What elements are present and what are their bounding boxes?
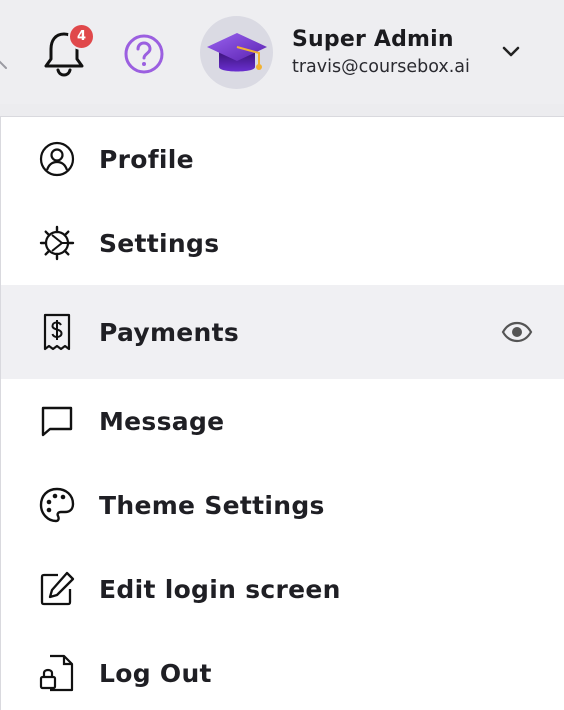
user-name: Super Admin — [292, 27, 454, 52]
gear-icon — [38, 224, 76, 262]
menu-item-label: Payments — [99, 317, 240, 347]
message-square-icon — [38, 402, 76, 440]
palette-icon — [38, 486, 76, 524]
menu-item-label: Edit login screen — [99, 574, 341, 604]
menu-item-label: Settings — [99, 228, 220, 258]
user-dropdown-menu: Profile Settings Payments Message Theme … — [0, 116, 564, 710]
menu-item-label: Theme Settings — [99, 490, 325, 520]
menu-item-log-out[interactable]: Log Out — [1, 631, 564, 710]
help-icon[interactable] — [123, 33, 165, 75]
avatar[interactable] — [200, 16, 273, 89]
menu-item-label: Message — [99, 406, 225, 436]
menu-item-settings[interactable]: Settings — [1, 201, 564, 285]
partial-chevron-icon — [0, 60, 7, 69]
menu-item-label: Profile — [99, 144, 194, 174]
menu-item-profile[interactable]: Profile — [1, 117, 564, 201]
top-bar: 4 Super Admin travis@coursebox.ai — [0, 0, 564, 104]
eye-icon[interactable] — [501, 321, 533, 343]
user-circle-icon — [38, 140, 76, 178]
notification-count-badge: 4 — [68, 23, 95, 50]
graduation-cap-icon — [206, 32, 267, 71]
menu-item-message[interactable]: Message — [1, 379, 564, 463]
user-email: travis@coursebox.ai — [292, 57, 470, 77]
edit-icon — [38, 570, 76, 608]
menu-item-edit-login-screen[interactable]: Edit login screen — [1, 547, 564, 631]
receipt-dollar-icon — [38, 313, 76, 351]
menu-item-label: Log Out — [99, 658, 212, 688]
menu-item-theme-settings[interactable]: Theme Settings — [1, 463, 564, 547]
menu-item-payments[interactable]: Payments — [1, 285, 564, 379]
logout-file-lock-icon — [38, 654, 76, 692]
chevron-down-icon[interactable] — [500, 42, 522, 60]
